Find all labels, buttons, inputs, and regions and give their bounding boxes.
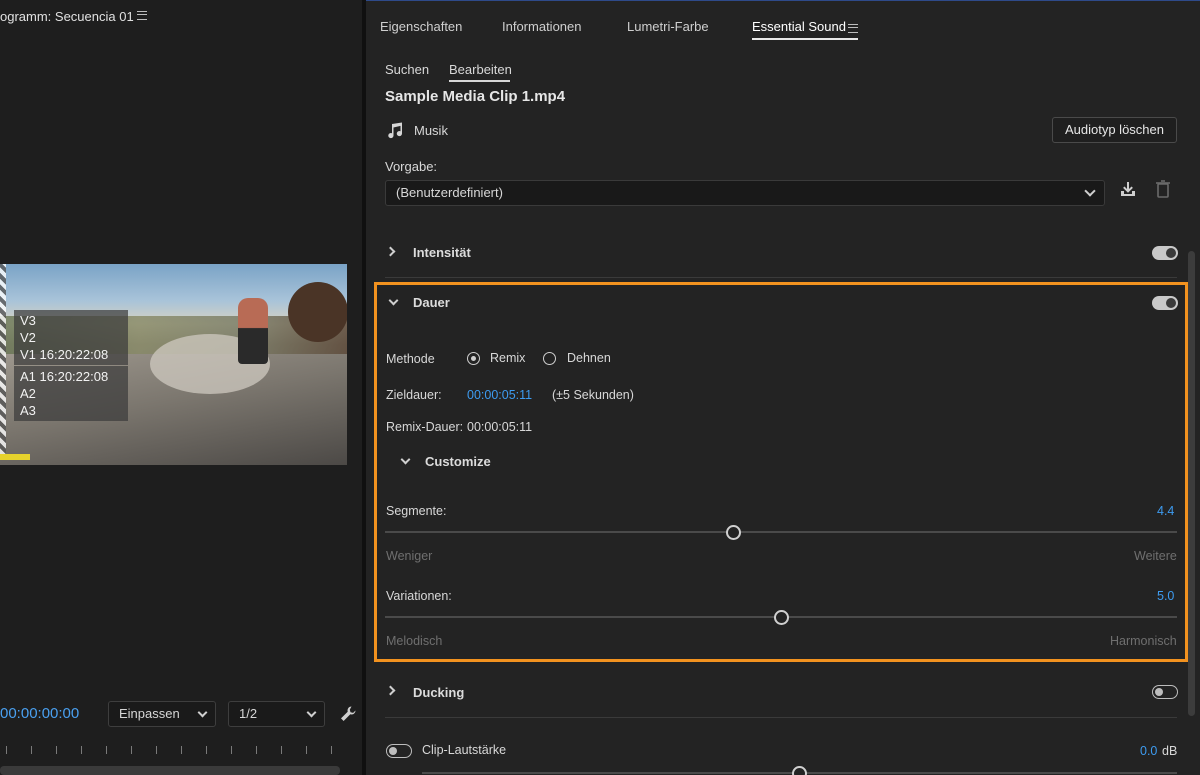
- program-monitor-panel: ogramm: Secuencia 01 V3 V2 V1 16:20:22:0…: [0, 0, 362, 775]
- variations-label: Variationen:: [386, 589, 452, 603]
- variations-value[interactable]: 5.0: [1157, 589, 1174, 603]
- subtab-suchen[interactable]: Suchen: [385, 62, 429, 77]
- customize-toggle[interactable]: Customize: [425, 454, 491, 469]
- clip-volume-value[interactable]: 0.0: [1140, 744, 1157, 758]
- resolution-dropdown-label: 1/2: [239, 706, 258, 721]
- panel-scrollbar[interactable]: [1188, 251, 1195, 716]
- panel-title[interactable]: ogramm: Secuencia 01: [0, 9, 134, 24]
- zoom-scrollbar[interactable]: [0, 766, 340, 775]
- audio-track-overlay: A1 16:20:22:08 A2 A3: [14, 366, 128, 421]
- segments-slider-track[interactable]: [385, 531, 1177, 533]
- overlay-line: A3: [20, 403, 36, 418]
- ducking-toggle[interactable]: [1152, 685, 1178, 699]
- video-track-overlay: V3 V2 V1 16:20:22:08: [14, 310, 128, 365]
- overlay-line: A2: [20, 386, 36, 401]
- active-subtab-indicator: [449, 80, 510, 82]
- safe-margin-marker: [0, 454, 30, 460]
- segments-value[interactable]: 4.4: [1157, 504, 1174, 518]
- essential-sound-panel: Eigenschaften Informationen Lumetri-Farb…: [366, 0, 1200, 775]
- clip-volume-unit: dB: [1162, 744, 1178, 758]
- panel-menu-icon[interactable]: [848, 21, 858, 36]
- clip-volume-slider-thumb[interactable]: [792, 766, 807, 775]
- wrench-icon[interactable]: [338, 704, 358, 724]
- section-divider: [385, 277, 1177, 278]
- remix-duration-label: Remix-Dauer:: [386, 420, 464, 434]
- preset-label: Vorgabe:: [385, 159, 438, 174]
- radio-dehnen[interactable]: [543, 352, 556, 365]
- fit-dropdown[interactable]: Einpassen: [108, 701, 216, 727]
- intensity-toggle[interactable]: [1152, 246, 1178, 260]
- tab-lumetri-farbe[interactable]: Lumetri-Farbe: [627, 19, 709, 34]
- music-note-icon: [388, 122, 403, 139]
- radio-dehnen-label[interactable]: Dehnen: [567, 351, 611, 365]
- chevron-down-icon: [306, 707, 317, 718]
- tab-informationen[interactable]: Informationen: [502, 19, 582, 34]
- chevron-right-icon[interactable]: [385, 685, 396, 696]
- method-label: Methode: [386, 352, 435, 366]
- target-duration-hint: (±5 Sekunden): [552, 388, 634, 402]
- section-divider: [385, 717, 1177, 718]
- resolution-dropdown[interactable]: 1/2: [228, 701, 325, 727]
- tab-eigenschaften[interactable]: Eigenschaften: [380, 19, 462, 34]
- overlay-line: A1 16:20:22:08: [20, 369, 109, 384]
- segments-slider-thumb[interactable]: [725, 525, 741, 540]
- playhead-timecode[interactable]: 00:00:00:00: [0, 705, 79, 722]
- chevron-down-icon: [1084, 185, 1096, 197]
- section-intensity[interactable]: Intensität: [413, 245, 471, 260]
- variations-max-label: Harmonisch: [1110, 634, 1177, 648]
- variations-min-label: Melodisch: [386, 634, 443, 648]
- video-preview: V3 V2 V1 16:20:22:08 A1 16:20:22:08 A2 A…: [0, 264, 347, 465]
- segments-label: Segmente:: [386, 504, 447, 518]
- duration-section-highlight: [374, 282, 1188, 662]
- variations-slider-thumb[interactable]: [773, 610, 789, 625]
- fit-dropdown-label: Einpassen: [119, 706, 180, 721]
- section-duration[interactable]: Dauer: [413, 295, 450, 310]
- overlay-line: V2: [20, 330, 36, 345]
- preset-dropdown-value: (Benutzerdefiniert): [396, 185, 503, 200]
- clear-audio-type-button[interactable]: Audiotyp löschen: [1052, 117, 1177, 143]
- clip-volume-label: Clip-Lautstärke: [422, 743, 507, 757]
- audio-type-label: Musik: [414, 123, 448, 138]
- remix-duration-value: 00:00:05:11: [467, 420, 533, 434]
- preset-dropdown[interactable]: (Benutzerdefiniert): [385, 180, 1105, 206]
- target-duration-value[interactable]: 00:00:05:11: [467, 388, 532, 402]
- active-tab-indicator: [752, 38, 858, 40]
- radio-remix-label[interactable]: Remix: [490, 351, 525, 365]
- clip-volume-toggle[interactable]: [386, 744, 412, 758]
- tab-essential-sound[interactable]: Essential Sound: [752, 19, 846, 34]
- trash-icon[interactable]: [1154, 179, 1172, 199]
- target-duration-label: Zieldauer:: [386, 388, 442, 402]
- panel-menu-icon[interactable]: [137, 8, 149, 23]
- chevron-right-icon[interactable]: [385, 246, 396, 257]
- overlay-line: V3: [20, 313, 36, 328]
- overlay-line: V1 16:20:22:08: [20, 347, 109, 362]
- segments-max-label: Weitere: [1134, 549, 1177, 563]
- clip-name: Sample Media Clip 1.mp4: [385, 88, 566, 105]
- subtab-bearbeiten[interactable]: Bearbeiten: [449, 62, 512, 77]
- segments-min-label: Weniger: [386, 549, 433, 563]
- duration-toggle[interactable]: [1152, 296, 1178, 310]
- chevron-down-icon: [197, 707, 208, 718]
- time-ruler[interactable]: [0, 742, 355, 756]
- section-ducking[interactable]: Ducking: [413, 685, 464, 700]
- save-preset-icon[interactable]: [1118, 179, 1138, 199]
- radio-remix[interactable]: [467, 352, 480, 365]
